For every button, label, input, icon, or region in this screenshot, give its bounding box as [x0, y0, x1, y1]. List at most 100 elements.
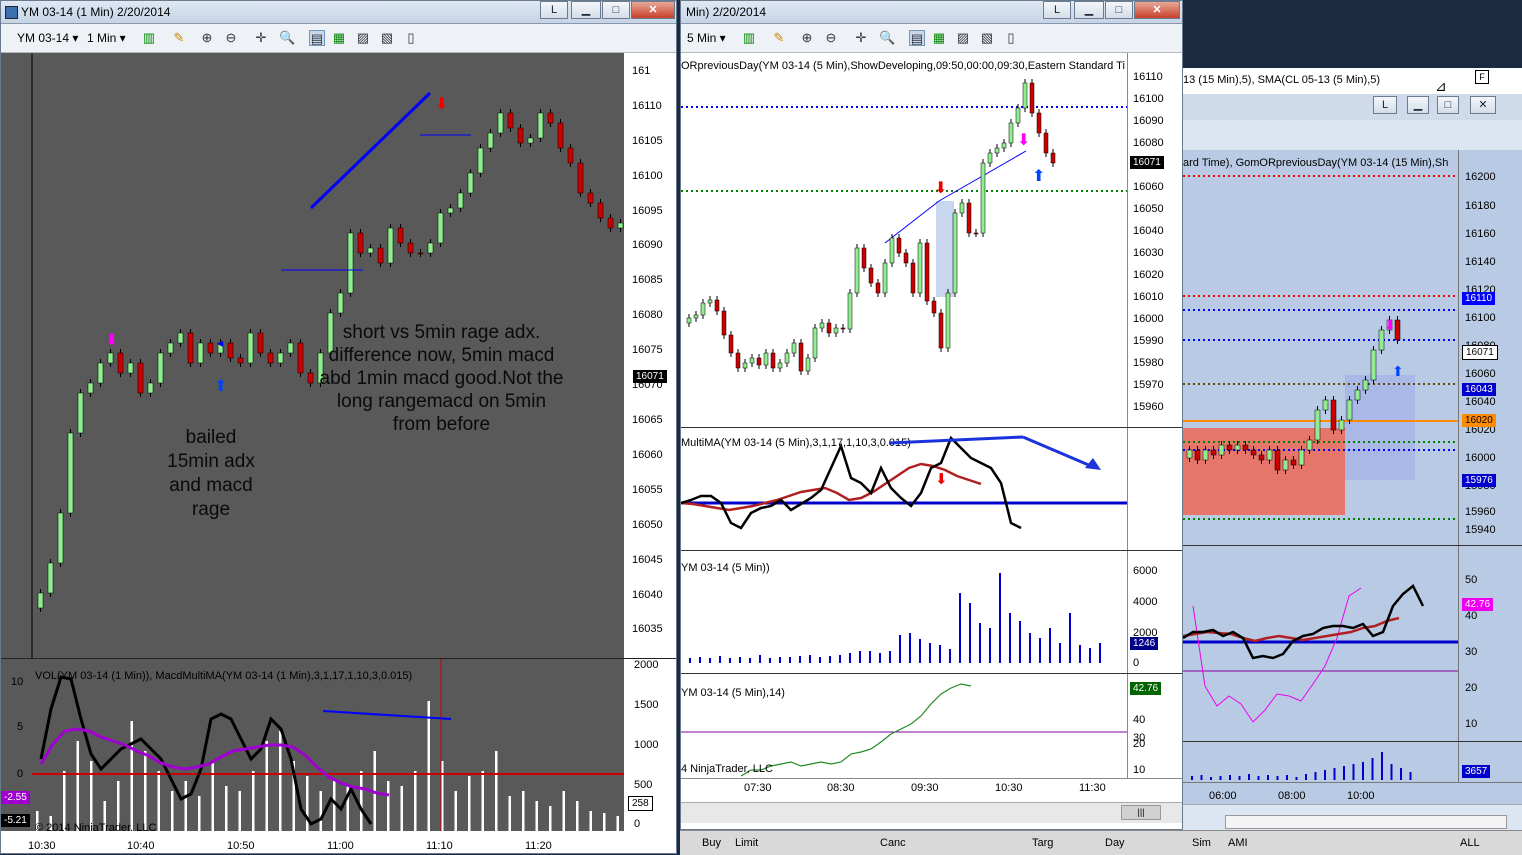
drawing-tool-icon[interactable]: ✎: [171, 30, 187, 46]
volume-bar: [603, 813, 606, 831]
chart-style-icon[interactable]: ▨: [955, 30, 971, 46]
chart-window-5min[interactable]: Min) 2/20/2014 L ▁ □ ✕ 5 Min ▾ ▥ ✎ ⊕ ⊖ ✛…: [680, 0, 1183, 830]
maximize-icon[interactable]: □: [602, 1, 630, 19]
order-label[interactable]: Buy: [702, 837, 721, 849]
properties-icon[interactable]: ▯: [1003, 30, 1019, 46]
order-label[interactable]: Limit: [735, 837, 758, 849]
volume-panel-15min[interactable]: [1183, 742, 1458, 782]
oscillator-panel-15min[interactable]: [1183, 546, 1458, 741]
maximize-icon[interactable]: □: [1105, 1, 1133, 19]
chart-window-15min[interactable]: 13 (15 Min),5), SMA(CL 05-13 (5 Min),5) …: [1183, 68, 1522, 854]
order-label[interactable]: Canc: [880, 837, 906, 849]
candle-body: [377, 247, 384, 264]
trend-line: [884, 200, 940, 244]
magnifier-icon[interactable]: 🔍: [279, 30, 295, 46]
strategies-icon[interactable]: ▤: [309, 30, 325, 46]
candle-body: [924, 242, 930, 302]
candle-body: [882, 262, 888, 294]
volume-bar: [999, 573, 1001, 663]
title-bar[interactable]: YM 03-14 (1 Min) 2/20/2014 L ▁ □ ✕: [1, 1, 676, 24]
candle-body: [487, 132, 494, 149]
time-tick: 08:00: [1278, 790, 1306, 802]
close-icon[interactable]: ✕: [1470, 96, 1496, 114]
price-plot-5min[interactable]: ORpreviousDay(YM 03-14 (5 Min),ShowDevel…: [681, 53, 1127, 427]
candle-body: [1370, 349, 1377, 381]
time-tick: 09:30: [911, 782, 939, 794]
properties-icon[interactable]: ▯: [403, 30, 419, 46]
order-label[interactable]: Targ: [1032, 837, 1053, 849]
candle-body: [903, 252, 909, 264]
link-button[interactable]: L: [540, 1, 568, 19]
volume-panel-5min[interactable]: YM 03-14 (5 Min)): [681, 551, 1127, 673]
indicators-icon[interactable]: ▦: [931, 30, 947, 46]
interval-selector[interactable]: 5 Min ▾: [687, 29, 726, 47]
adx-tick: 20: [1133, 738, 1146, 750]
candle-body: [756, 357, 762, 366]
zoom-in-icon[interactable]: ⊕: [199, 30, 215, 46]
candle-body: [77, 392, 84, 434]
price-plot-15min[interactable]: ard Time), GomORpreviousDay(YM 03-14 (15…: [1183, 150, 1458, 545]
volume-bar: [989, 628, 991, 663]
indicators-icon[interactable]: ▦: [331, 30, 347, 46]
order-label[interactable]: AMI: [1228, 837, 1248, 849]
price-tick: 15990: [1133, 335, 1164, 347]
data-box-icon[interactable]: ▧: [379, 30, 395, 46]
scroll-thumb[interactable]: |||: [1121, 805, 1161, 820]
candle-body: [537, 112, 544, 139]
crosshair-icon[interactable]: ✛: [853, 30, 869, 46]
instrument-selector[interactable]: YM 03-14 ▾: [17, 29, 78, 47]
adx-panel-5min[interactable]: YM 03-14 (5 Min),14) 4 NinjaTrader, LLC: [681, 674, 1127, 778]
zoom-out-icon[interactable]: ⊖: [823, 30, 839, 46]
price-tick: 16060: [1133, 181, 1164, 193]
toolbar-strip: [1183, 120, 1522, 150]
close-icon[interactable]: ✕: [631, 1, 675, 19]
volume-bar: [1059, 643, 1061, 663]
chart-style-icon[interactable]: ▨: [355, 30, 371, 46]
candle-body: [1362, 379, 1369, 391]
data-box-icon[interactable]: ▧: [979, 30, 995, 46]
order-label[interactable]: Day: [1105, 837, 1125, 849]
volume-bar: [919, 639, 921, 663]
zoom-in-icon[interactable]: ⊕: [799, 30, 815, 46]
crosshair-icon[interactable]: ✛: [253, 30, 269, 46]
annotation-line: long rangemacd on 5min: [336, 391, 547, 412]
candle-body: [477, 147, 484, 174]
magnifier-icon[interactable]: 🔍: [879, 30, 895, 46]
osc-tick: 50: [1465, 574, 1478, 586]
bar-type-icon[interactable]: ▥: [741, 30, 757, 46]
volume-bar: [238, 791, 241, 831]
macd-volume-panel[interactable]: VOL(YM 03-14 (1 Min)), MacdMultiMA(YM 03…: [1, 659, 624, 831]
link-button[interactable]: L: [1043, 1, 1071, 19]
volume-bar: [929, 643, 931, 663]
time-tick: 11:00: [327, 840, 354, 852]
format-icon[interactable]: F: [1475, 70, 1489, 84]
horizontal-scrollbar[interactable]: |||: [681, 802, 1182, 823]
interval-selector[interactable]: 1 Min ▾: [87, 29, 126, 47]
drawing-tool-icon[interactable]: ✎: [771, 30, 787, 46]
price-tick: 16160: [1465, 228, 1496, 240]
close-icon[interactable]: ✕: [1134, 1, 1180, 19]
title-bar[interactable]: Min) 2/20/2014 L ▁ □ ✕: [681, 1, 1182, 24]
minimize-icon[interactable]: ▁: [571, 1, 601, 19]
candle-body: [959, 202, 965, 214]
order-label[interactable]: Sim: [1192, 837, 1211, 849]
candle-body: [721, 310, 727, 336]
macd-panel-5min[interactable]: MultiMA(YM 03-14 (5 Min),3,1,17,1,10,3,0…: [681, 428, 1127, 550]
minimize-icon[interactable]: ▁: [1407, 96, 1429, 114]
strategies-icon[interactable]: ▤: [909, 30, 925, 46]
time-tick: 10:40: [127, 840, 155, 852]
maximize-icon[interactable]: □: [1437, 96, 1459, 114]
volume-bar: [508, 796, 511, 831]
left-tick: 0: [17, 768, 24, 780]
volume-axis: 3657: [1458, 742, 1522, 782]
bar-type-icon[interactable]: ▥: [141, 30, 157, 46]
link-button[interactable]: L: [1373, 96, 1397, 114]
candle-body: [547, 112, 554, 124]
minimize-icon[interactable]: ▁: [1074, 1, 1104, 19]
volume-bar: [1305, 774, 1307, 780]
order-label[interactable]: ALL: [1460, 837, 1480, 849]
candle-body: [347, 232, 354, 294]
scroll-track[interactable]: [1225, 815, 1507, 829]
chart-window-1min[interactable]: YM 03-14 (1 Min) 2/20/2014 L ▁ □ ✕ YM 03…: [0, 0, 677, 854]
zoom-out-icon[interactable]: ⊖: [223, 30, 239, 46]
